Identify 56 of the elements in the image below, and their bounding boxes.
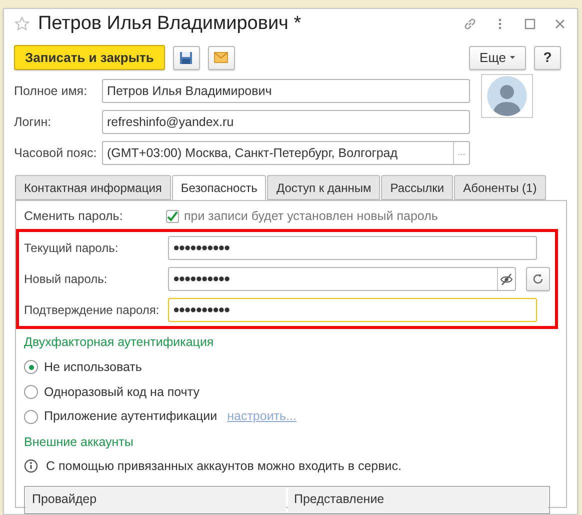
radio-button[interactable] <box>24 410 38 424</box>
field-label: Сменить пароль: <box>24 208 124 225</box>
toggle-visibility-button[interactable] <box>497 268 516 290</box>
generate-password-button[interactable] <box>526 267 550 291</box>
close-icon[interactable] <box>553 17 567 31</box>
password-value: ●●●●●●●●●● <box>172 302 230 318</box>
more-button[interactable]: Еще <box>468 46 526 70</box>
envelope-icon <box>214 52 228 63</box>
field-label: Логин: <box>14 114 52 131</box>
info-text: С помощью привязанных аккаунтов можно входить в сервис. <box>46 458 402 475</box>
radio-label: Приложение аутентификации <box>44 408 218 426</box>
tab[interactable]: Контактная информация <box>15 175 171 200</box>
checkbox-label: при записи будет установлен новый пароль <box>184 208 438 225</box>
crossed-eye-icon <box>500 274 514 284</box>
input-field[interactable]: Петров Илья Владимирович <box>102 79 470 103</box>
maximize-icon[interactable] <box>523 17 537 31</box>
link-icon[interactable] <box>463 17 477 31</box>
password-field[interactable]: ●●●●●●●●●● <box>168 298 537 322</box>
password-value: ●●●●●●●●●● <box>172 272 230 287</box>
help-button[interactable]: ? <box>534 46 561 70</box>
input-field[interactable]: refreshinfo@yandex.ru <box>102 110 470 134</box>
radio-button[interactable] <box>24 384 38 399</box>
field-label: Новый пароль: <box>24 271 108 288</box>
radio-label: Одноразовый код на почту <box>44 384 200 401</box>
tab[interactable]: Доступ к данным <box>267 175 380 200</box>
window-title: Петров Илья Владимирович * <box>38 12 302 36</box>
refresh-icon <box>532 273 544 285</box>
field-label: Подтверждение пароля: <box>24 302 160 319</box>
field-value: refreshinfo@yandex.ru <box>106 114 235 131</box>
checkbox[interactable] <box>166 210 179 222</box>
checkmark-icon <box>167 210 178 222</box>
email-button[interactable] <box>208 46 235 70</box>
tab[interactable]: Абоненты (1) <box>454 175 546 200</box>
save-and-close-button[interactable]: Записать и закрыть <box>14 45 165 70</box>
star-icon[interactable] <box>14 16 30 32</box>
password-value: ●●●●●●●●●● <box>172 240 230 256</box>
section-heading: Двухфакторная аутентификация <box>24 334 215 351</box>
info-icon <box>24 459 38 474</box>
column-header[interactable]: Представление <box>288 488 548 512</box>
field-value: (GMT+03:00) Москва, Санкт-Петербург, Волгоград <box>106 144 399 162</box>
column-header[interactable]: Провайдер <box>26 488 286 512</box>
field-label: Часовой пояс: <box>14 144 98 162</box>
field-label: Текущий пароль: <box>24 240 120 257</box>
input-field[interactable]: (GMT+03:00) Москва, Санкт-Петербург, Волгоград ... <box>102 141 470 165</box>
section-heading: Внешние аккаунты <box>24 434 134 451</box>
radio-label: Не использовать <box>44 358 142 376</box>
tab[interactable]: Безопасность <box>172 175 266 201</box>
password-field[interactable]: ●●●●●●●●●● <box>168 267 516 291</box>
radio-button[interactable] <box>24 360 38 374</box>
field-value: Петров Илья Владимирович <box>106 82 273 100</box>
save-button[interactable] <box>172 46 200 70</box>
field-label: Полное имя: <box>14 82 88 100</box>
tab[interactable]: Рассылки <box>381 175 454 200</box>
caret-icon <box>510 56 515 59</box>
user-silhouette-icon <box>487 76 527 116</box>
password-field[interactable]: ●●●●●●●●●● <box>168 236 537 260</box>
